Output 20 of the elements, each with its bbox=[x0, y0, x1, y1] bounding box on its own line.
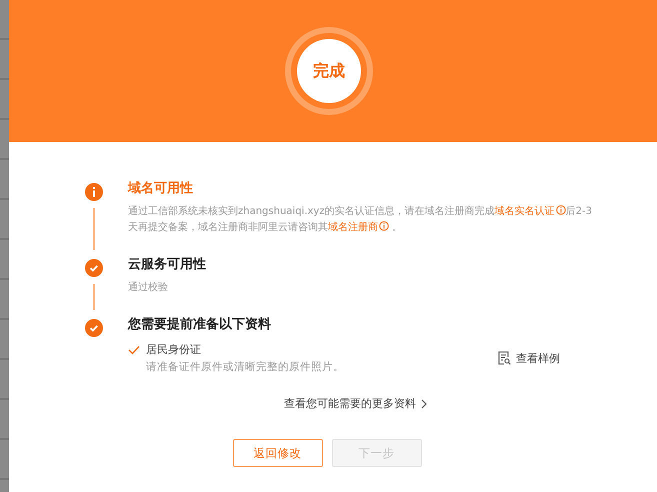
step-title: 云服务可用性 bbox=[128, 256, 207, 274]
material-name: 居民身份证 bbox=[146, 342, 201, 357]
check-circle-icon bbox=[85, 319, 103, 337]
chevron-right-icon bbox=[421, 398, 427, 408]
material-note: 请准备证件原件或清晰完整的原件照片。 bbox=[146, 360, 345, 374]
info-icon bbox=[85, 183, 103, 201]
more-materials-link[interactable]: 查看您可能需要的更多资料 bbox=[284, 396, 427, 411]
link[interactable]: 域名注册商 bbox=[328, 222, 389, 233]
link[interactable]: 域名实名认证 bbox=[494, 206, 566, 217]
info-icon bbox=[379, 221, 389, 231]
step-description: 通过校验 bbox=[128, 280, 169, 295]
view-sample-link[interactable]: 查看样例 bbox=[498, 350, 560, 366]
step-title: 您需要提前准备以下资料 bbox=[128, 316, 272, 334]
step-description: 通过工信部系统未核实到zhangshuaiqi.xyz的实名认证信息，请在域名注册商完成域名实名认证 后2-3天再提交备案，域名注册商非阿里云请咨询其域名注册商 。 bbox=[128, 204, 593, 235]
back-button[interactable]: 返回修改 bbox=[232, 439, 322, 467]
info-icon bbox=[556, 205, 566, 215]
document-search-icon bbox=[498, 351, 511, 365]
status-badge: 完成 bbox=[297, 39, 361, 103]
check-circle-icon bbox=[85, 259, 103, 277]
step-title: 域名可用性 bbox=[128, 180, 194, 198]
